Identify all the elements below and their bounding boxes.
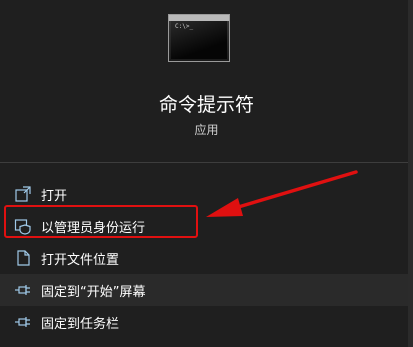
open-icon	[14, 185, 32, 203]
app-name: 命令提示符	[158, 94, 254, 116]
menu-item-label: 打开文件位置	[41, 252, 120, 268]
app-type: 应用	[194, 123, 219, 137]
menu-item-pin-to-taskbar[interactable]: 固定到任务栏	[0, 306, 408, 338]
menu-item-label: 打开	[41, 188, 68, 204]
menu-item-label: 固定到任务栏	[41, 316, 120, 332]
divider	[0, 162, 408, 163]
menu-item-label: 以管理员身份运行	[41, 220, 146, 236]
start-menu-context-panel: C:\>_ 命令提示符 应用 打开 以管理员身份运行 打开文件位置 固定到“开始…	[0, 0, 413, 347]
icon-prompt-text: C:\>_	[175, 23, 194, 30]
menu-item-open[interactable]: 打开	[0, 178, 408, 210]
menu-item-run-as-admin[interactable]: 以管理员身份运行	[0, 210, 408, 242]
pin-icon	[14, 313, 32, 331]
icon-screen: C:\>_	[171, 21, 227, 59]
menu-item-pin-to-start[interactable]: 固定到“开始”屏幕	[0, 274, 408, 306]
context-menu: 打开 以管理员身份运行 打开文件位置 固定到“开始”屏幕 固定到任务栏	[0, 178, 408, 338]
menu-item-label: 固定到“开始”屏幕	[41, 284, 146, 300]
shield-icon	[14, 217, 32, 235]
panel-edge	[408, 0, 413, 347]
menu-item-open-file-location[interactable]: 打开文件位置	[0, 242, 408, 274]
pin-icon	[14, 281, 32, 299]
file-location-icon	[14, 249, 32, 267]
command-prompt-icon[interactable]: C:\>_	[168, 14, 230, 62]
